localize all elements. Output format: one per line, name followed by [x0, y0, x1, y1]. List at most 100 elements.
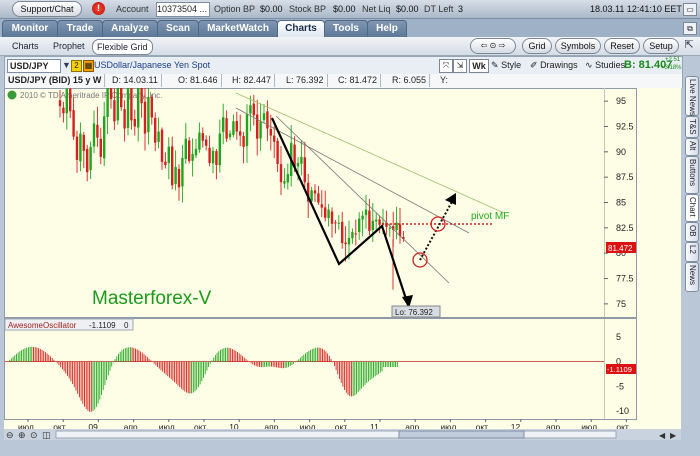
candle-body: [252, 103, 255, 116]
tab-charts[interactable]: Charts: [277, 20, 325, 37]
tab-tools[interactable]: Tools: [324, 20, 368, 37]
low-label: Lo: 76.392: [395, 308, 433, 317]
subtab-prophet[interactable]: Prophet: [53, 39, 85, 53]
setup-button[interactable]: Setup: [643, 38, 679, 54]
candle-body: [143, 101, 147, 134]
candle-body: [398, 224, 402, 236]
subtab-charts[interactable]: Charts: [12, 39, 39, 53]
chart-info-bar: USD/JPY (BID) 15 y W D: 14.03.11 O: 81.6…: [4, 74, 683, 88]
candle-body: [137, 88, 140, 128]
tab-marketwatch[interactable]: MarketWatch: [198, 20, 278, 37]
symbols-button[interactable]: Symbols: [555, 38, 601, 54]
style-icon: ✎: [491, 60, 499, 70]
candle-body: [368, 210, 371, 231]
price-tick-label: 92.5: [616, 121, 634, 131]
zoom-out-icon[interactable]: ⊖: [6, 431, 14, 440]
candle-body: [171, 146, 174, 186]
zoom-icon[interactable]: ⇲: [453, 59, 467, 73]
timeframe-button[interactable]: Wk: [469, 59, 489, 73]
candle-body: [109, 88, 113, 100]
candle-body: [150, 96, 153, 118]
chart-scrollbar-thumb[interactable]: [398, 430, 525, 439]
grid-button[interactable]: Grid: [522, 38, 552, 54]
symbol-description: USDollar/Japanese Yen Spot: [94, 60, 211, 70]
candle-body: [245, 114, 249, 147]
tab-analyze[interactable]: Analyze: [102, 20, 158, 37]
account-select[interactable]: 10373504 ...: [156, 2, 210, 17]
candle-body: [266, 111, 269, 129]
current-price-text: 81.472: [608, 244, 633, 253]
grid-layout-icon[interactable]: ▦: [83, 60, 94, 72]
studies-label: Studies: [595, 60, 626, 70]
vtab-live-news[interactable]: Live News: [685, 76, 699, 116]
oscillator-badge-text: -1.1109: [607, 365, 632, 374]
window-restore-icon[interactable]: ▭: [683, 3, 697, 16]
candle-body: [96, 124, 99, 138]
zoom-fit-icon[interactable]: ⊙: [30, 431, 38, 440]
vtab-ts[interactable]: T&S: [685, 116, 699, 138]
candle-body: [215, 151, 218, 165]
scroll-right-icon[interactable]: ▶: [670, 431, 677, 440]
price-tick-label: 82.5: [616, 223, 634, 233]
tab-scan[interactable]: Scan: [157, 20, 199, 37]
studies-menu[interactable]: ∿ Studies: [585, 59, 625, 72]
scroll-left-icon[interactable]: ◀: [659, 431, 666, 440]
exclamation-icon[interactable]: !: [92, 2, 105, 15]
right-side-tabs: Live News T&S Alt Buttons Chart OB L2 Ne…: [683, 56, 700, 436]
chart-header: USD/JPY ▼ 2 ▦ USDollar/Japanese Yen Spot…: [4, 56, 683, 75]
sub-tab-bar: Charts Prophet Flexible Grid ⇦ ⊙ ⇨ Grid …: [0, 37, 700, 56]
account-label: Account: [116, 4, 149, 14]
detach-icon[interactable]: ⧉: [683, 22, 697, 35]
reset-button[interactable]: Reset: [604, 38, 640, 54]
style-menu[interactable]: ✎ Style: [491, 59, 521, 72]
dt-left-label: DT Left: [424, 4, 454, 14]
candle-body: [208, 147, 211, 163]
link-arrows-icon[interactable]: ⇦ ⊙ ⇨: [470, 38, 516, 54]
vtab-chart[interactable]: Chart: [685, 194, 699, 222]
candle-body: [184, 138, 187, 159]
candle-body: [358, 218, 361, 233]
main-tab-bar: Monitor Trade Analyze Scan MarketWatch C…: [0, 19, 700, 37]
support-chat-button[interactable]: Support/Chat: [12, 1, 82, 17]
candle-body: [313, 190, 317, 194]
vtab-news[interactable]: News: [685, 262, 699, 292]
candle-body: [286, 174, 289, 183]
zoom-in-icon[interactable]: ⊕: [18, 431, 26, 440]
oscillator-param: 0: [124, 321, 129, 330]
option-bp-value: $0.00: [260, 4, 283, 14]
link-group-badge[interactable]: 2: [71, 60, 82, 72]
crosshair-icon[interactable]: ⤧: [439, 59, 453, 73]
vtab-ob[interactable]: OB: [685, 222, 699, 242]
price-chart[interactable]: 2010 © TD Ameritrade IP Company, Inc. 95…: [4, 88, 681, 440]
candle-body: [276, 140, 279, 164]
candle-body: [242, 135, 245, 147]
expand-icon[interactable]: ⇱: [682, 39, 696, 52]
candle-body: [351, 231, 354, 239]
candle-body: [361, 215, 364, 220]
subtab-flexible-grid[interactable]: Flexible Grid: [92, 39, 153, 55]
candle-body: [75, 136, 79, 160]
tab-monitor[interactable]: Monitor: [2, 20, 58, 37]
candle-body: [174, 167, 177, 185]
info-icon[interactable]: [7, 90, 17, 100]
candle-body: [177, 168, 181, 188]
oscillator-tick-label: -5: [616, 381, 624, 391]
drawings-menu[interactable]: ✐ Drawings: [530, 59, 578, 72]
vtab-l2[interactable]: L2: [685, 242, 699, 262]
tab-trade[interactable]: Trade: [57, 20, 103, 37]
candle-body: [82, 134, 85, 151]
vtab-alt[interactable]: Alt: [685, 138, 699, 156]
account-bar: Support/Chat ! Account 10373504 ... Opti…: [0, 0, 700, 19]
price-tick-label: 85: [616, 198, 626, 208]
candle-body: [205, 139, 208, 146]
price-tick-label: 87.5: [616, 172, 634, 182]
candle-body: [133, 119, 136, 127]
symbol-input[interactable]: USD/JPY: [7, 59, 61, 73]
candle-body: [341, 221, 344, 244]
tab-help[interactable]: Help: [367, 20, 407, 37]
chart-scrollbar[interactable]: [55, 430, 617, 439]
pan-icon[interactable]: ◫: [42, 431, 51, 440]
symbol-dropdown-icon[interactable]: ▼: [62, 60, 71, 70]
info-high: H: 82.447: [229, 74, 276, 87]
vtab-buttons[interactable]: Buttons: [685, 156, 699, 194]
